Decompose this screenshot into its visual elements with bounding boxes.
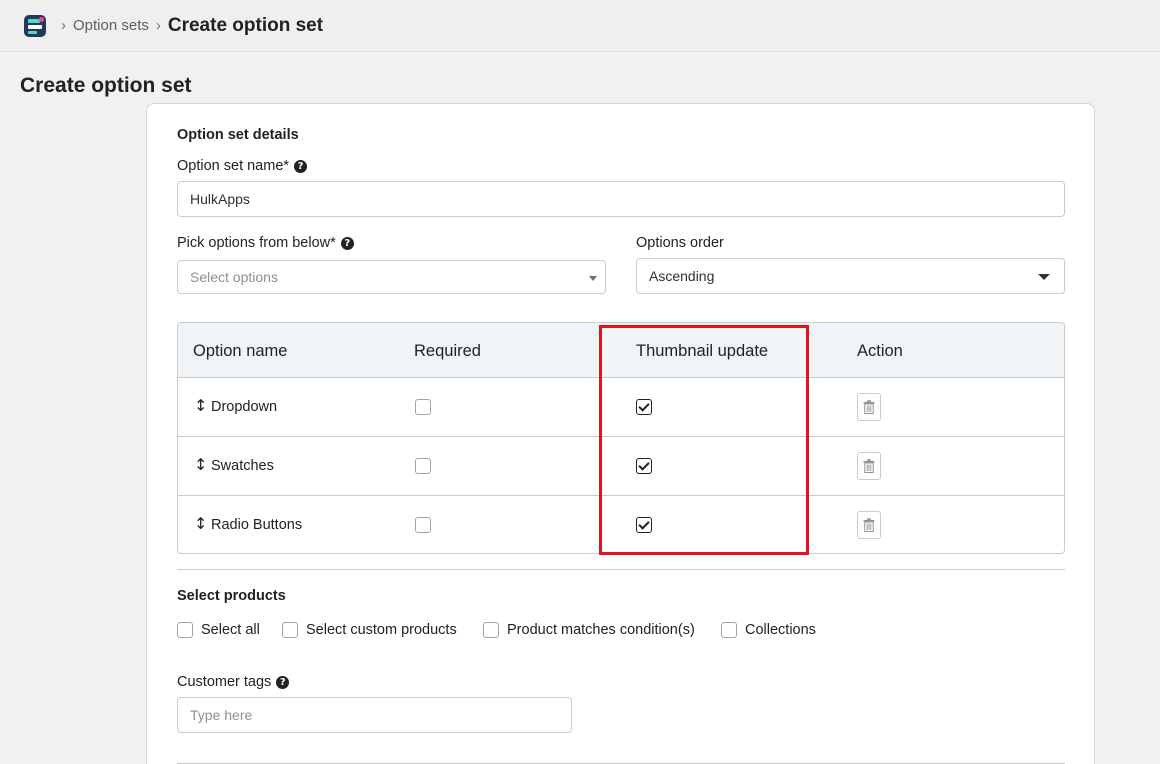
- select-custom-products-label: Select custom products: [306, 622, 457, 638]
- required-checkbox[interactable]: [415, 458, 431, 474]
- select-custom-products-checkbox[interactable]: [282, 622, 298, 638]
- select-all-option[interactable]: Select all: [177, 622, 260, 638]
- options-order-label: Options order: [636, 235, 724, 251]
- option-set-name-label: Option set name* ?: [177, 158, 308, 174]
- breadcrumb-separator: ›: [61, 17, 66, 34]
- section-divider: [177, 569, 1065, 570]
- select-custom-products-option[interactable]: Select custom products: [282, 622, 457, 638]
- customer-tags-label-text: Customer tags: [177, 674, 272, 690]
- breadcrumb-current: Create option set: [167, 14, 324, 36]
- collections-label: Collections: [745, 622, 816, 638]
- select-all-checkbox[interactable]: [177, 622, 193, 638]
- caret-down-icon: [1038, 274, 1050, 280]
- help-icon[interactable]: ?: [340, 236, 354, 250]
- drag-handle-icon[interactable]: ↕: [194, 516, 207, 532]
- select-all-label: Select all: [201, 622, 260, 638]
- header-option-name: Option name: [193, 342, 288, 360]
- page-title: Create option set: [20, 74, 192, 97]
- pick-options-label-text: Pick options from below*: [177, 235, 336, 251]
- header-required: Required: [414, 342, 481, 360]
- trash-icon: [863, 400, 875, 414]
- product-matches-conditions-checkbox[interactable]: [483, 622, 499, 638]
- option-name: Swatches: [211, 458, 274, 474]
- collections-checkbox[interactable]: [721, 622, 737, 638]
- option-set-name-label-text: Option set name*: [177, 158, 290, 174]
- header-action: Action: [857, 342, 903, 360]
- drag-handle-icon[interactable]: ↕: [194, 457, 207, 473]
- collections-option[interactable]: Collections: [721, 622, 816, 638]
- help-icon[interactable]: ?: [294, 159, 308, 173]
- highlight-box: [599, 325, 809, 555]
- delete-button[interactable]: [857, 511, 881, 539]
- options-order-value: Ascending: [649, 268, 715, 284]
- product-matches-conditions-label: Product matches condition(s): [507, 622, 695, 638]
- option-set-name-input[interactable]: [177, 181, 1065, 217]
- required-checkbox[interactable]: [415, 517, 431, 533]
- customer-tags-label: Customer tags ?: [177, 674, 290, 690]
- option-set-details-title: Option set details: [177, 127, 299, 143]
- product-matches-conditions-option[interactable]: Product matches condition(s): [483, 622, 695, 638]
- delete-button[interactable]: [857, 393, 881, 421]
- required-checkbox[interactable]: [415, 399, 431, 415]
- options-order-select[interactable]: Ascending: [636, 258, 1065, 294]
- trash-icon: [863, 518, 875, 532]
- select-products-title: Select products: [177, 588, 286, 604]
- app-logo-icon[interactable]: [24, 14, 46, 37]
- options-order-label-text: Options order: [636, 235, 724, 251]
- top-bar: › Option sets › Create option set: [0, 0, 1160, 52]
- delete-button[interactable]: [857, 452, 881, 480]
- trash-icon: [863, 459, 875, 473]
- help-icon[interactable]: ?: [276, 675, 290, 689]
- drag-handle-icon[interactable]: ↕: [194, 398, 207, 414]
- select-options-placeholder: Select options: [190, 269, 278, 285]
- customer-tags-input[interactable]: [177, 697, 572, 733]
- breadcrumb-option-sets-link[interactable]: Option sets: [73, 17, 149, 34]
- pick-options-label: Pick options from below* ?: [177, 235, 354, 251]
- caret-down-icon: [589, 276, 597, 281]
- option-name: Radio Buttons: [211, 517, 303, 533]
- option-name: Dropdown: [211, 399, 278, 415]
- select-options-dropdown[interactable]: Select options: [177, 260, 606, 294]
- breadcrumb-separator: ›: [155, 17, 161, 34]
